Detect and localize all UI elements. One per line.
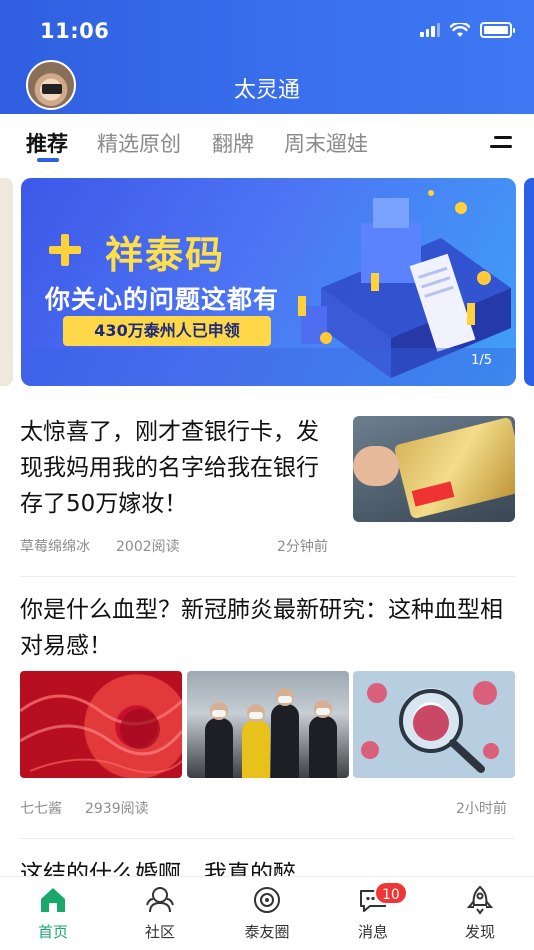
active-tab-indicator (37, 158, 59, 162)
banner-title: 祥泰码 (105, 233, 226, 277)
tabbar-label: 泰友圈 (244, 923, 290, 941)
divider (20, 576, 515, 577)
status-time: 11:06 (40, 19, 110, 43)
person-image (271, 688, 299, 778)
rocket-icon (466, 885, 494, 915)
bottom-tab-bar: 首页 社区 泰友圈 消息 发现 (0, 876, 534, 950)
article-author: 草莓绵绵冰 (20, 539, 90, 555)
cellular-signal-icon (420, 23, 440, 37)
home-icon (41, 888, 65, 912)
wifi-icon (450, 22, 470, 37)
tab-weekend-kids[interactable]: 周末遛娃 (284, 128, 368, 158)
article-image-blood-vessel[interactable] (20, 671, 182, 778)
app-header: 11:06 太灵通 (0, 0, 534, 114)
circle-icon (254, 887, 280, 913)
banner-pill: 430万泰州人已申领 (63, 316, 271, 346)
message-count-badge: 10 (374, 881, 408, 905)
banner-prev-peek (0, 178, 13, 386)
banner-next-peek (524, 178, 534, 386)
banner-page-indicator: 1/5 (471, 353, 492, 368)
divider (20, 838, 515, 839)
hand-image (353, 446, 399, 486)
article-title[interactable]: 你是什么血型？新冠肺炎最新研究：这种血型相对易感！ (20, 592, 515, 664)
status-icons (420, 22, 515, 38)
banner-carousel[interactable]: 祥泰码 你关心的问题这都有 430万泰州人已申领 1/5 (0, 178, 534, 388)
article-time: 2分钟前 (277, 539, 328, 555)
banner-subtitle: 你关心的问题这都有 (45, 285, 280, 314)
tabbar-label: 社区 (144, 923, 175, 941)
person-image (205, 702, 233, 778)
banner-slide[interactable]: 祥泰码 你关心的问题这都有 430万泰州人已申领 1/5 (21, 178, 516, 386)
category-tabs: 推荐 精选原创 翻牌 周末遛娃 (0, 114, 534, 172)
tabbar-item-community[interactable]: 社区 (107, 877, 213, 950)
plus-icon (49, 234, 81, 266)
person-image (242, 704, 270, 778)
article-reads: 2939阅读 (85, 801, 149, 817)
tab-featured-original[interactable]: 精选原创 (97, 128, 181, 158)
article-title[interactable]: 这结的什么婚啊，我真的醉 (20, 856, 515, 878)
vessel-pattern (20, 694, 182, 774)
channel-menu-icon[interactable] (490, 136, 512, 152)
article-image-masked-people[interactable] (187, 671, 349, 778)
tabbar-item-circle[interactable]: 泰友圈 (214, 877, 320, 950)
tabbar-item-discover[interactable]: 发现 (427, 877, 533, 950)
bank-card-image (393, 416, 515, 520)
tab-flip[interactable]: 翻牌 (212, 128, 254, 158)
tabbar-label: 发现 (464, 923, 495, 941)
article-image-virus[interactable] (353, 671, 515, 778)
article-time: 2小时前 (456, 801, 507, 817)
person-image (309, 700, 337, 778)
article-author: 七七酱 (20, 801, 62, 817)
article-thumbnail[interactable] (353, 416, 515, 522)
tabbar-item-messages[interactable]: 消息 (320, 877, 426, 950)
tabbar-item-home[interactable]: 首页 (0, 877, 106, 950)
community-icon (146, 887, 174, 913)
app-title: 太灵通 (233, 78, 300, 103)
tab-recommend[interactable]: 推荐 (26, 128, 68, 158)
article-title[interactable]: 太惊喜了，刚才查银行卡，发现我妈用我的名字给我在银行存了50万嫁妆！ (20, 414, 335, 522)
magnifier-icon (399, 689, 485, 773)
article-reads: 2002阅读 (116, 539, 180, 555)
battery-icon (480, 22, 515, 38)
tabbar-label: 首页 (37, 923, 68, 941)
tabbar-label: 消息 (357, 923, 388, 941)
